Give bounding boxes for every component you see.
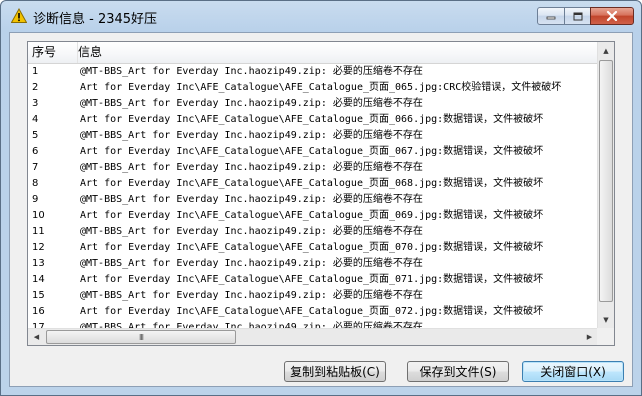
horizontal-scroll-thumb[interactable]: III bbox=[46, 330, 236, 344]
list-row[interactable]: 10 Art for Everday Inc\AFE_Catalogue\AFE_… bbox=[28, 208, 598, 224]
minimize-button[interactable] bbox=[537, 7, 565, 25]
list-row[interactable]: 6 Art for Everday Inc\AFE_Catalogue\AFE_C… bbox=[28, 144, 598, 160]
close-icon bbox=[606, 11, 618, 21]
minimize-icon bbox=[546, 16, 556, 20]
scroll-down-arrow-icon[interactable]: ▼ bbox=[598, 311, 614, 328]
row-message: @MT-BBS_Art for Everday Inc.haozip49.zip… bbox=[80, 226, 423, 237]
maximize-icon bbox=[573, 12, 582, 20]
row-message: @MT-BBS_Art for Everday Inc.haozip49.zip… bbox=[80, 290, 423, 301]
row-index: 8 bbox=[32, 178, 39, 189]
row-index: 12 bbox=[32, 242, 45, 253]
diagnostic-dialog: 诊断信息 - 2345好压 序号 信息 1 @MT-BBS_Art for Ev… bbox=[0, 0, 642, 396]
list-row[interactable]: 3 @MT-BBS_Art for Everday Inc.haozip49.zi… bbox=[28, 96, 598, 112]
list-row[interactable]: 4 Art for Everday Inc\AFE_Catalogue\AFE_C… bbox=[28, 112, 598, 128]
row-index: 11 bbox=[32, 226, 45, 237]
row-message: @MT-BBS_Art for Everday Inc.haozip49.zip… bbox=[80, 98, 423, 109]
warning-icon bbox=[11, 8, 27, 23]
row-message: Art for Everday Inc\AFE_Catalogue\AFE_Ca… bbox=[80, 274, 544, 285]
scroll-grip: III bbox=[138, 332, 144, 342]
column-header-message[interactable]: 信息 bbox=[74, 42, 598, 63]
close-window-button[interactable] bbox=[590, 7, 634, 25]
dialog-body: 序号 信息 1 @MT-BBS_Art for Everday Inc.haozi… bbox=[9, 32, 633, 387]
window-title: 诊断信息 - 2345好压 bbox=[33, 12, 158, 27]
row-index: 9 bbox=[32, 194, 39, 205]
row-index: 16 bbox=[32, 306, 45, 317]
row-message: @MT-BBS_Art for Everday Inc.haozip49.zip… bbox=[80, 194, 423, 205]
list-row[interactable]: 1 @MT-BBS_Art for Everday Inc.haozip49.zi… bbox=[28, 64, 598, 80]
title-bar[interactable]: 诊断信息 - 2345好压 bbox=[1, 1, 641, 31]
row-message: @MT-BBS_Art for Everday Inc.haozip49.zip… bbox=[80, 66, 423, 77]
row-message: Art for Everday Inc\AFE_Catalogue\AFE_Ca… bbox=[80, 82, 562, 93]
maximize-button[interactable] bbox=[564, 7, 591, 25]
row-message: Art for Everday Inc\AFE_Catalogue\AFE_Ca… bbox=[80, 210, 544, 221]
list-row[interactable]: 9 @MT-BBS_Art for Everday Inc.haozip49.zi… bbox=[28, 192, 598, 208]
vertical-scrollbar[interactable]: ▲ ▼ bbox=[597, 42, 614, 328]
list-header: 序号 信息 bbox=[28, 42, 598, 64]
row-index: 2 bbox=[32, 82, 39, 93]
list-rows: 1 @MT-BBS_Art for Everday Inc.haozip49.zi… bbox=[28, 64, 598, 336]
row-message: @MT-BBS_Art for Everday Inc.haozip49.zip… bbox=[80, 162, 423, 173]
row-index: 5 bbox=[32, 130, 39, 141]
row-index: 14 bbox=[32, 274, 45, 285]
row-index: 10 bbox=[32, 210, 45, 221]
list-row[interactable]: 2 Art for Everday Inc\AFE_Catalogue\AFE_C… bbox=[28, 80, 598, 96]
scroll-right-arrow-icon[interactable]: ▶ bbox=[581, 329, 598, 345]
list-row[interactable]: 14 Art for Everday Inc\AFE_Catalogue\AFE_… bbox=[28, 272, 598, 288]
list-row[interactable]: 13 @MT-BBS_Art for Everday Inc.haozip49.z… bbox=[28, 256, 598, 272]
scroll-left-arrow-icon[interactable]: ◀ bbox=[28, 329, 45, 345]
row-index: 6 bbox=[32, 146, 39, 157]
scrollbar-corner bbox=[597, 328, 614, 345]
list-row[interactable]: 16 Art for Everday Inc\AFE_Catalogue\AFE_… bbox=[28, 304, 598, 320]
close-dialog-button[interactable]: 关闭窗口(X) bbox=[522, 361, 624, 382]
vertical-scroll-thumb[interactable] bbox=[599, 60, 613, 302]
row-index: 4 bbox=[32, 114, 39, 125]
row-message: Art for Everday Inc\AFE_Catalogue\AFE_Ca… bbox=[80, 306, 544, 317]
row-message: Art for Everday Inc\AFE_Catalogue\AFE_Ca… bbox=[80, 178, 544, 189]
list-row[interactable]: 11 @MT-BBS_Art for Everday Inc.haozip49.z… bbox=[28, 224, 598, 240]
row-message: Art for Everday Inc\AFE_Catalogue\AFE_Ca… bbox=[80, 146, 544, 157]
row-message: @MT-BBS_Art for Everday Inc.haozip49.zip… bbox=[80, 130, 423, 141]
diagnostic-list[interactable]: 序号 信息 1 @MT-BBS_Art for Everday Inc.haozi… bbox=[27, 41, 615, 346]
list-row[interactable]: 8 Art for Everday Inc\AFE_Catalogue\AFE_C… bbox=[28, 176, 598, 192]
row-message: Art for Everday Inc\AFE_Catalogue\AFE_Ca… bbox=[80, 242, 544, 253]
list-row[interactable]: 5 @MT-BBS_Art for Everday Inc.haozip49.zi… bbox=[28, 128, 598, 144]
scroll-up-arrow-icon[interactable]: ▲ bbox=[598, 42, 614, 59]
row-message: Art for Everday Inc\AFE_Catalogue\AFE_Ca… bbox=[80, 114, 544, 125]
save-to-file-button[interactable]: 保存到文件(S) bbox=[407, 361, 509, 382]
row-index: 15 bbox=[32, 290, 45, 301]
list-row[interactable]: 15 @MT-BBS_Art for Everday Inc.haozip49.z… bbox=[28, 288, 598, 304]
row-index: 13 bbox=[32, 258, 45, 269]
row-index: 1 bbox=[32, 66, 39, 77]
copy-to-clipboard-button[interactable]: 复制到粘贴板(C) bbox=[284, 361, 386, 382]
list-row[interactable]: 12 Art for Everday Inc\AFE_Catalogue\AFE_… bbox=[28, 240, 598, 256]
row-index: 3 bbox=[32, 98, 39, 109]
column-header-index[interactable]: 序号 bbox=[28, 42, 78, 63]
list-row[interactable]: 7 @MT-BBS_Art for Everday Inc.haozip49.zi… bbox=[28, 160, 598, 176]
horizontal-scrollbar[interactable]: ◀ III ▶ bbox=[28, 328, 598, 345]
row-index: 7 bbox=[32, 162, 39, 173]
row-message: @MT-BBS_Art for Everday Inc.haozip49.zip… bbox=[80, 258, 423, 269]
